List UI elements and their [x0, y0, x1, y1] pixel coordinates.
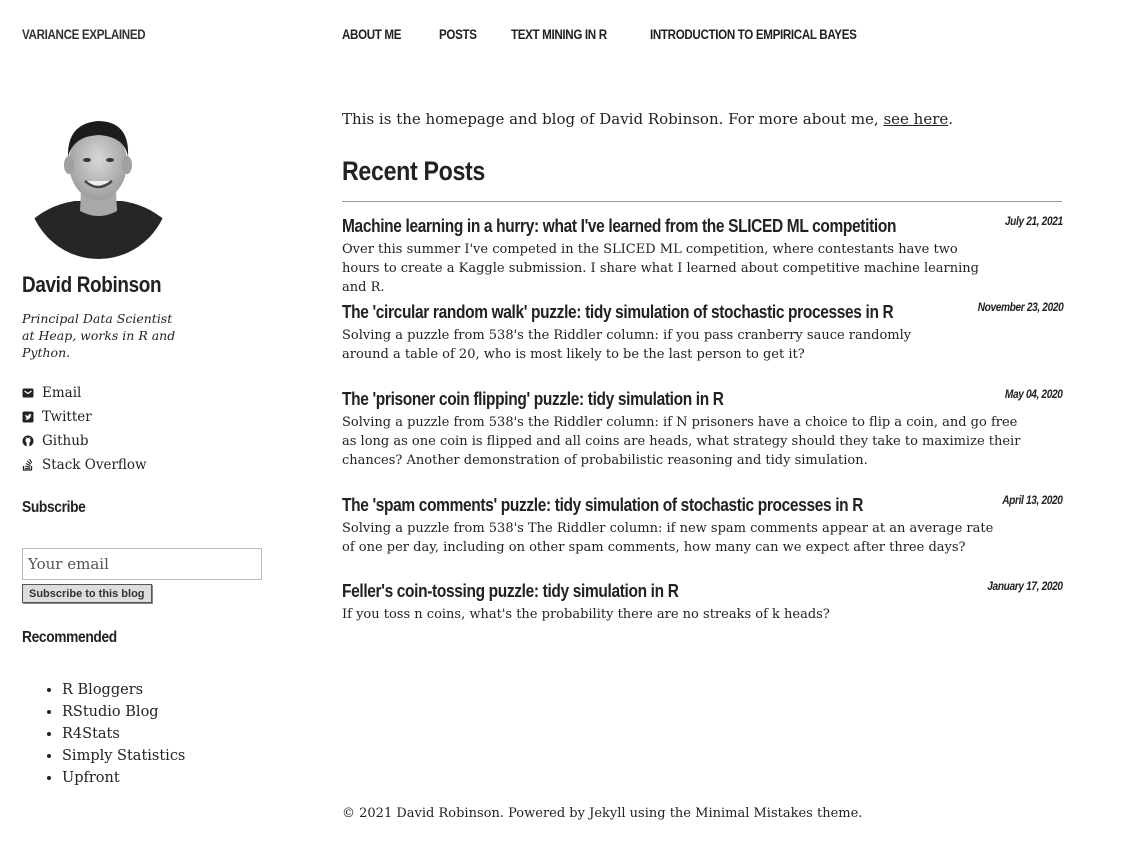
- post-date: April 13, 2020: [1002, 495, 1064, 507]
- author-avatar: [27, 113, 170, 259]
- nav-introduction-to-empirical-bayes[interactable]: INTRODUCTION TO EMPIRICAL BAYES: [650, 27, 890, 42]
- github-link[interactable]: Github: [22, 429, 147, 453]
- recommended-link-upfront[interactable]: Upfront: [62, 770, 120, 786]
- post-date: November 23, 2020: [977, 302, 1063, 314]
- divider: [342, 201, 1062, 202]
- recommended-link-rstudio-blog[interactable]: RStudio Blog: [62, 704, 159, 720]
- post-title-link[interactable]: The 'spam comments' puzzle: tidy simulat…: [342, 495, 962, 519]
- post-title-link[interactable]: The 'prisoner coin flipping' puzzle: tid…: [342, 389, 962, 413]
- post-excerpt: If you toss n coins, what's the probabil…: [342, 607, 830, 622]
- twitter-icon: [22, 411, 34, 423]
- post-item: The 'prisoner coin flipping' puzzle: tid…: [342, 389, 1063, 470]
- post-date: January 17, 2020: [987, 581, 1064, 593]
- site-title-link[interactable]: VARIANCE EXPLAINED: [22, 27, 146, 42]
- subscribe-email-input[interactable]: [22, 548, 262, 580]
- author-links: Email Twitter Github Stack Overflow: [22, 381, 147, 477]
- intro-text: This is the homepage and blog of David R…: [342, 110, 953, 128]
- post-excerpt: Solving a puzzle from 538's the Riddler …: [342, 415, 1021, 468]
- post-title-link[interactable]: The 'circular random walk' puzzle: tidy …: [342, 302, 962, 326]
- stack-overflow-link-label: Stack Overflow: [42, 457, 147, 473]
- nav-posts[interactable]: POSTS: [439, 27, 483, 42]
- author-bio: Principal Data Scientist at Heap, works …: [22, 311, 176, 360]
- post-date: May 04, 2020: [1005, 389, 1063, 401]
- post-title-link[interactable]: Feller's coin-tossing puzzle: tidy simul…: [342, 581, 962, 605]
- recommended-list: R Bloggers RStudio Blog R4Stats Simply S…: [62, 679, 185, 789]
- stack-overflow-link[interactable]: Stack Overflow: [22, 453, 147, 477]
- email-link-label: Email: [42, 385, 82, 401]
- recommended-heading: Recommended: [22, 629, 117, 646]
- top-nav: ABOUT ME POSTS TEXT MINING IN R INTRODUC…: [342, 27, 918, 42]
- post-item: The 'spam comments' puzzle: tidy simulat…: [342, 495, 1063, 557]
- recommended-item: RStudio Blog: [62, 701, 185, 723]
- recommended-item: R Bloggers: [62, 679, 185, 701]
- post-item: The 'circular random walk' puzzle: tidy …: [342, 302, 1063, 364]
- see-here-link[interactable]: see here: [883, 110, 948, 128]
- post-item: Feller's coin-tossing puzzle: tidy simul…: [342, 581, 1063, 624]
- author-name: David Robinson: [22, 272, 162, 297]
- email-link[interactable]: Email: [22, 381, 147, 405]
- nav-text-mining-in-r[interactable]: TEXT MINING IN R: [511, 27, 622, 42]
- subscribe-button[interactable]: Subscribe to this blog: [22, 584, 152, 603]
- post-excerpt: Over this summer I've competed in the SL…: [342, 242, 979, 295]
- post-title-link[interactable]: Machine learning in a hurry: what I've l…: [342, 216, 962, 240]
- post-date: July 21, 2021: [1005, 216, 1063, 228]
- envelope-icon: [22, 387, 34, 399]
- intro-text-end: .: [948, 110, 954, 128]
- github-link-label: Github: [42, 433, 89, 449]
- twitter-link[interactable]: Twitter: [22, 405, 147, 429]
- stack-overflow-icon: [22, 459, 34, 471]
- recommended-link-r-bloggers[interactable]: R Bloggers: [62, 682, 143, 698]
- github-icon: [22, 435, 34, 447]
- twitter-link-label: Twitter: [42, 409, 92, 425]
- recommended-item: R4Stats: [62, 723, 185, 745]
- post-excerpt: Solving a puzzle from 538's the Riddler …: [342, 328, 912, 362]
- recommended-item: Upfront: [62, 767, 185, 789]
- post-item: Machine learning in a hurry: what I've l…: [342, 216, 1063, 297]
- footer-text: © 2021 David Robinson. Powered by Jekyll…: [342, 806, 863, 821]
- recommended-link-r4stats[interactable]: R4Stats: [62, 726, 120, 742]
- subscribe-heading: Subscribe: [22, 499, 86, 516]
- post-excerpt: Solving a puzzle from 538's The Riddler …: [342, 521, 994, 555]
- recent-posts-heading: Recent Posts: [342, 156, 485, 186]
- recommended-item: Simply Statistics: [62, 745, 185, 767]
- nav-about-me[interactable]: ABOUT ME: [342, 27, 411, 42]
- recommended-link-simply-statistics[interactable]: Simply Statistics: [62, 748, 185, 764]
- intro-text-body: This is the homepage and blog of David R…: [342, 110, 884, 128]
